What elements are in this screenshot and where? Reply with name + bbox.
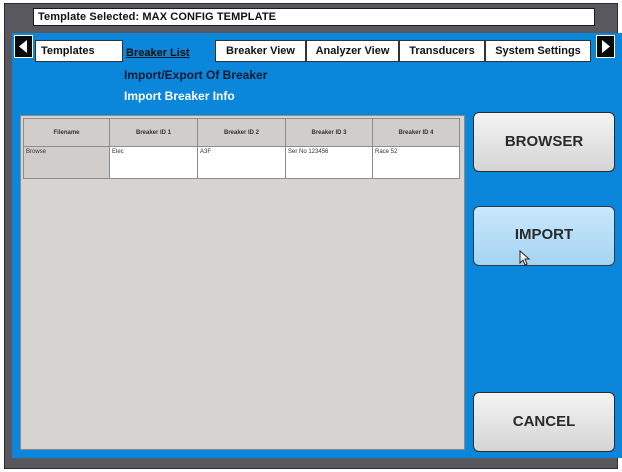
column-header: Filename bbox=[23, 118, 110, 147]
breaker-table: Filename Breaker ID 1 Breaker ID 2 Break… bbox=[23, 118, 460, 179]
tab-templates[interactable]: Templates bbox=[35, 40, 123, 62]
table-cell[interactable]: Race 52 bbox=[372, 146, 460, 179]
tab-transducers[interactable]: Transducers bbox=[399, 40, 485, 62]
mouse-pointer-icon bbox=[519, 249, 531, 271]
table-row[interactable]: Browse Elec A3F Ser No 123456 Race 52 bbox=[23, 146, 460, 179]
column-header: Breaker ID 2 bbox=[197, 118, 286, 147]
nav-left-icon[interactable] bbox=[14, 35, 33, 58]
table-cell[interactable]: A3F bbox=[197, 146, 286, 179]
cancel-button[interactable]: CANCEL bbox=[473, 392, 615, 452]
browser-button[interactable]: BROWSER bbox=[473, 112, 615, 172]
import-button[interactable]: IMPORT bbox=[473, 206, 615, 266]
table-cell[interactable]: Ser No 123456 bbox=[285, 146, 373, 179]
template-selected-bar: Template Selected: MAX CONFIG TEMPLATE bbox=[33, 8, 595, 26]
template-selected-text: Template Selected: MAX CONFIG TEMPLATE bbox=[38, 11, 277, 23]
nav-right-icon[interactable] bbox=[596, 35, 615, 58]
tab-system-settings[interactable]: System Settings bbox=[485, 40, 591, 62]
column-header: Breaker ID 4 bbox=[372, 118, 460, 147]
table-cell[interactable]: Elec bbox=[109, 146, 198, 179]
breaker-table-panel: Filename Breaker ID 1 Breaker ID 2 Break… bbox=[20, 115, 465, 450]
tab-breaker-list[interactable]: Breaker List bbox=[123, 42, 215, 64]
column-header: Breaker ID 3 bbox=[285, 118, 373, 147]
tab-analyzer-view[interactable]: Analyzer View bbox=[306, 40, 399, 62]
subnav-import-export[interactable]: Import/Export Of Breaker bbox=[124, 68, 267, 82]
tab-breaker-view[interactable]: Breaker View bbox=[215, 40, 306, 62]
subnav-import-breaker-info[interactable]: Import Breaker Info bbox=[124, 89, 235, 103]
column-header: Breaker ID 1 bbox=[109, 118, 198, 147]
table-cell-filename[interactable]: Browse bbox=[23, 146, 110, 179]
